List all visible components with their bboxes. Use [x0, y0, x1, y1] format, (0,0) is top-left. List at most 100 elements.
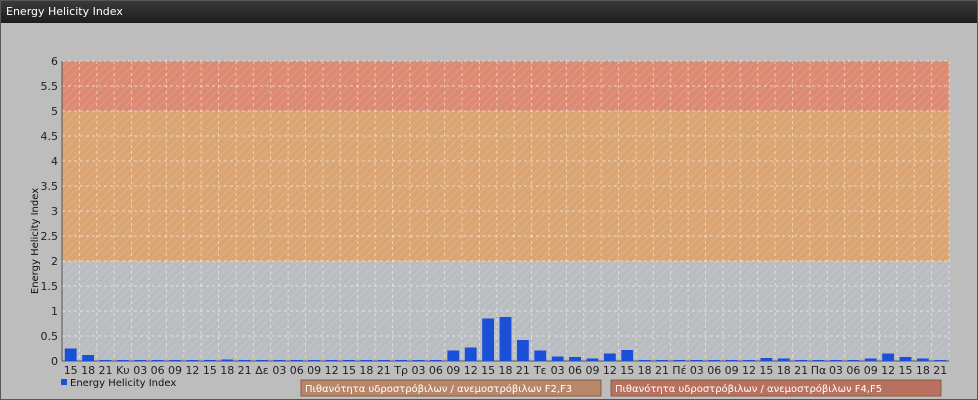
x-tick-label: 09: [585, 364, 599, 377]
x-tick-label: 18: [916, 364, 930, 377]
x-tick-label: Πα: [811, 364, 827, 377]
bar[interactable]: [638, 360, 651, 361]
x-tick-label: 18: [638, 364, 652, 377]
bar[interactable]: [430, 360, 442, 361]
bar[interactable]: [882, 353, 895, 362]
bar[interactable]: [777, 358, 790, 362]
x-tick-label: 06: [290, 364, 304, 377]
bar[interactable]: [934, 360, 947, 361]
x-tick-label: 15: [759, 364, 773, 377]
y-tick-label: 3: [51, 205, 58, 218]
bar[interactable]: [360, 360, 373, 361]
x-tick-label: 15: [64, 364, 78, 377]
bar[interactable]: [499, 317, 512, 361]
bar[interactable]: [760, 358, 773, 361]
bar[interactable]: [673, 360, 686, 361]
x-tick-label: 03: [690, 364, 704, 377]
y-tick-label: 3.5: [41, 180, 59, 193]
x-tick-label: 15: [481, 364, 495, 377]
x-tick-label: 18: [777, 364, 791, 377]
zone-legend-label: Πιθανότητα υδροστρόβιλων / ανεμοστρόβιλω…: [305, 383, 572, 395]
bar[interactable]: [412, 360, 425, 361]
bar[interactable]: [690, 360, 703, 361]
bar[interactable]: [134, 360, 147, 361]
x-tick-label: 06: [707, 364, 721, 377]
x-tick-label: 03: [133, 364, 147, 377]
x-tick-label: 15: [203, 364, 217, 377]
x-tick-label: 03: [551, 364, 565, 377]
bar[interactable]: [621, 350, 634, 361]
x-tick-label: 15: [620, 364, 634, 377]
x-tick-label: 12: [603, 364, 617, 377]
bar[interactable]: [203, 360, 216, 361]
bar[interactable]: [516, 340, 529, 361]
x-tick-label: 09: [446, 364, 460, 377]
y-tick-label: 0.5: [41, 330, 59, 343]
x-tick-label: 18: [220, 364, 234, 377]
bar[interactable]: [743, 360, 755, 361]
bar[interactable]: [708, 360, 721, 361]
bar[interactable]: [464, 347, 477, 362]
x-tick-label: 12: [185, 364, 199, 377]
bar[interactable]: [82, 355, 95, 361]
bar[interactable]: [916, 358, 929, 362]
x-tick-label: 09: [307, 364, 321, 377]
zone-legend-label: Πιθανότητα υδροστρόβιλων / ανεμοστρόβιλω…: [615, 383, 882, 395]
bar[interactable]: [273, 360, 286, 361]
y-tick-label: 4.5: [41, 130, 59, 143]
y-tick-label: 5: [51, 105, 58, 118]
x-tick-label: 12: [742, 364, 756, 377]
x-tick-label: 21: [516, 364, 530, 377]
x-tick-label: 03: [829, 364, 843, 377]
bar[interactable]: [864, 358, 877, 362]
bar[interactable]: [603, 353, 616, 362]
bar[interactable]: [343, 360, 355, 361]
y-tick-label: 2: [51, 255, 58, 268]
legend-label: Energy Helicity Index: [70, 378, 176, 389]
legend-swatch: [61, 379, 67, 385]
x-tick-label: 06: [568, 364, 582, 377]
bar[interactable]: [447, 350, 460, 362]
x-tick-label: 18: [81, 364, 95, 377]
y-tick-label: 4: [51, 155, 58, 168]
bar[interactable]: [116, 360, 129, 361]
bar[interactable]: [308, 360, 321, 361]
bar[interactable]: [534, 350, 547, 362]
y-tick-label: 0: [51, 355, 58, 368]
bar[interactable]: [725, 360, 738, 361]
bar[interactable]: [169, 360, 181, 361]
x-tick-label: 03: [272, 364, 286, 377]
x-tick-label: 09: [168, 364, 182, 377]
bar[interactable]: [812, 360, 825, 361]
y-tick-label: 2.5: [41, 230, 59, 243]
bar[interactable]: [377, 360, 390, 361]
bar[interactable]: [795, 360, 808, 361]
bar[interactable]: [830, 360, 842, 361]
bar[interactable]: [99, 360, 112, 361]
bar[interactable]: [482, 318, 495, 362]
y-tick-label: 5.5: [41, 80, 59, 93]
bar[interactable]: [569, 357, 581, 361]
x-tick-label: 21: [238, 364, 252, 377]
bar[interactable]: [256, 360, 268, 361]
bar[interactable]: [395, 360, 408, 361]
bar[interactable]: [64, 348, 77, 362]
bar[interactable]: [586, 358, 599, 362]
bar[interactable]: [551, 356, 564, 362]
bar[interactable]: [186, 360, 199, 361]
bar[interactable]: [656, 360, 668, 361]
y-tick-label: 1: [51, 305, 58, 318]
x-tick-label: 09: [864, 364, 878, 377]
bar[interactable]: [151, 360, 164, 361]
x-tick-label: 15: [342, 364, 356, 377]
bar[interactable]: [290, 360, 303, 361]
x-tick-label: 18: [359, 364, 373, 377]
chart: 00.511.522.533.544.555.56 15 18 21 Κυ 03 06 09…: [30, 55, 950, 397]
bar[interactable]: [221, 359, 234, 362]
x-tick-label: 06: [151, 364, 165, 377]
x-tick-label: Πέ: [672, 364, 686, 377]
bar[interactable]: [847, 360, 860, 361]
bar[interactable]: [899, 357, 912, 361]
bar[interactable]: [238, 360, 251, 361]
bar[interactable]: [325, 360, 338, 361]
